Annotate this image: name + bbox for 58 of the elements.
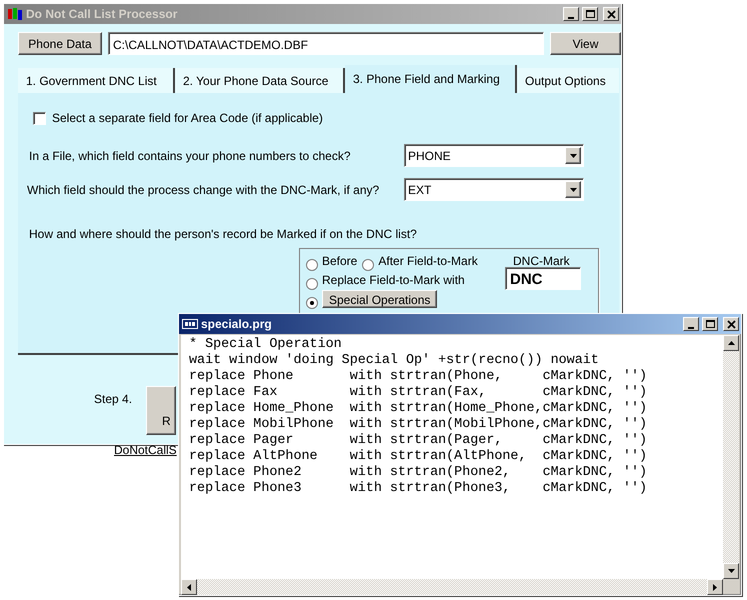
- radio-label: Before: [322, 253, 358, 270]
- maximize-icon: [704, 318, 716, 330]
- right-arrow-icon: [713, 584, 717, 590]
- checkbox[interactable]: [33, 112, 46, 124]
- radio-label: Replace Field-to-Mark with: [322, 272, 465, 289]
- dropdown[interactable]: PHONE: [404, 144, 584, 167]
- scroll-down-button[interactable]: [723, 563, 739, 579]
- phone-data-button[interactable]: Phone Data: [18, 32, 102, 55]
- window-title: Do Not Call List Processor: [26, 6, 178, 23]
- down-arrow-icon: [728, 569, 734, 573]
- minimize-button[interactable]: [683, 317, 699, 331]
- tab[interactable]: 3. Phone Field and Marking: [345, 65, 517, 93]
- code-line: replace Pager with strtran(Pager, cMarkDNC, ''): [189, 433, 648, 449]
- link[interactable]: DoNotCallS: [114, 441, 177, 459]
- close-button[interactable]: [603, 7, 619, 21]
- code-line: replace AltPhone with strtran(AltPhone, cMarkDNC, ''): [189, 449, 648, 465]
- checkbox-label: Select a separate field for Area Code (if applicable): [52, 110, 323, 127]
- code-line: replace Phone2 with strtran(Phone2, cMarkDNC, ''): [189, 465, 648, 481]
- code-line: replace Phone with strtran(Phone, cMarkDNC, ''): [189, 369, 648, 385]
- code-line: replace Fax with strtran(Fax, cMarkDNC, ''): [189, 385, 648, 401]
- code-line: * Special Operation: [189, 337, 343, 353]
- file-icon: [182, 319, 198, 329]
- horizontal-scrollbar[interactable]: [181, 579, 723, 595]
- dropdown-arrow-icon: [570, 188, 576, 192]
- run-button[interactable]: R: [146, 386, 176, 435]
- special-operations-button[interactable]: Special Operations: [322, 290, 438, 308]
- maximize-button[interactable]: [582, 7, 598, 21]
- scroll-right-button[interactable]: [707, 579, 723, 595]
- left-arrow-icon: [187, 584, 191, 590]
- mark-label: DNC-Mark: [513, 253, 570, 270]
- code-line: replace MobilPhone with strtran(MobilPhone,cMarkDNC, ''): [189, 417, 648, 433]
- close-button[interactable]: [723, 317, 739, 331]
- app-icon: [7, 7, 23, 21]
- scroll-up-button[interactable]: [723, 335, 739, 351]
- dropdown[interactable]: EXT: [404, 178, 584, 201]
- code-line: replace Home_Phone with strtran(Home_Phone,cMarkDNC, ''): [189, 401, 648, 417]
- minimize-button[interactable]: [563, 7, 579, 21]
- view-button[interactable]: View: [550, 32, 621, 55]
- radio-label: After Field-to-Mark: [378, 253, 478, 270]
- dropdown-arrow-icon: [570, 154, 576, 158]
- scroll-left-button[interactable]: [181, 579, 197, 595]
- field-label: Which field should the process change with the DNC-Mark, if any?: [27, 182, 380, 198]
- maximize-button[interactable]: [702, 317, 718, 331]
- code-line: replace Phone3 with strtran(Phone3, cMarkDNC, ''): [189, 481, 648, 497]
- close-icon: [606, 8, 616, 20]
- maximize-icon: [584, 8, 596, 20]
- minimize-icon: [568, 16, 574, 18]
- file-path-field[interactable]: C:\CALLNOT\DATA\ACTDEMO.DBF: [108, 32, 544, 55]
- field-label: In a File, which field contains your phone numbers to check?: [29, 148, 352, 164]
- mark-field[interactable]: DNC: [505, 267, 581, 290]
- up-arrow-icon: [728, 341, 734, 345]
- step-label: Step 4.: [94, 391, 132, 408]
- code-line: wait window 'doing Special Op' +str(recno()) nowait: [189, 353, 600, 369]
- minimize-icon: [688, 326, 694, 328]
- close-icon: [726, 318, 736, 330]
- window-title: specialo.prg: [201, 316, 273, 333]
- vertical-scrollbar[interactable]: [723, 335, 739, 579]
- question-text: How and where should the person's record be Marked if on the DNC list?: [29, 226, 418, 243]
